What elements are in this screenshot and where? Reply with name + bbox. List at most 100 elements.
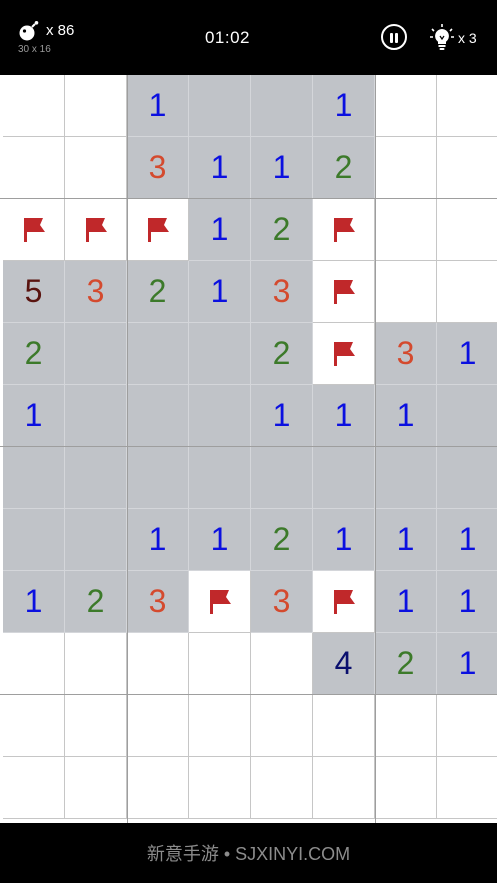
number-cell[interactable]: 1 [437, 571, 497, 633]
number-cell[interactable]: 2 [251, 199, 313, 261]
empty-revealed-cell[interactable] [189, 385, 251, 447]
empty-revealed-cell[interactable] [313, 447, 375, 509]
number-cell[interactable]: 1 [251, 137, 313, 199]
number-cell[interactable]: 1 [437, 633, 497, 695]
number-cell[interactable]: 1 [3, 385, 65, 447]
empty-revealed-cell[interactable] [127, 323, 189, 385]
unrevealed-cell[interactable] [375, 695, 437, 757]
flagged-cell[interactable] [127, 199, 189, 261]
number-cell[interactable]: 3 [127, 571, 189, 633]
empty-revealed-cell[interactable] [3, 447, 65, 509]
empty-revealed-cell[interactable] [3, 509, 65, 571]
empty-revealed-cell[interactable] [65, 323, 127, 385]
pause-button[interactable] [381, 24, 407, 50]
empty-revealed-cell[interactable] [189, 75, 251, 137]
unrevealed-cell[interactable] [251, 633, 313, 695]
number-cell[interactable]: 2 [251, 323, 313, 385]
number-cell[interactable]: 5 [3, 261, 65, 323]
unrevealed-cell[interactable] [375, 75, 437, 137]
flag-icon [333, 217, 355, 242]
number-cell[interactable]: 1 [189, 137, 251, 199]
number-cell[interactable]: 1 [189, 261, 251, 323]
number-cell[interactable]: 2 [65, 571, 127, 633]
empty-revealed-cell[interactable] [189, 323, 251, 385]
unrevealed-cell[interactable] [375, 261, 437, 323]
number-cell[interactable]: 1 [375, 509, 437, 571]
number-cell[interactable]: 1 [375, 571, 437, 633]
number-cell[interactable]: 1 [189, 509, 251, 571]
number-cell[interactable]: 3 [65, 261, 127, 323]
number-cell[interactable]: 1 [313, 509, 375, 571]
unrevealed-cell[interactable] [313, 695, 375, 757]
unrevealed-cell[interactable] [3, 633, 65, 695]
number-cell[interactable]: 2 [375, 633, 437, 695]
unrevealed-cell[interactable] [251, 695, 313, 757]
number-cell[interactable]: 1 [3, 571, 65, 633]
number-cell[interactable]: 1 [437, 323, 497, 385]
cell-number: 4 [334, 645, 353, 681]
empty-revealed-cell[interactable] [127, 447, 189, 509]
number-cell[interactable]: 1 [189, 199, 251, 261]
flagged-cell[interactable] [313, 323, 375, 385]
unrevealed-cell[interactable] [437, 137, 497, 199]
empty-revealed-cell[interactable] [127, 385, 189, 447]
number-cell[interactable]: 3 [375, 323, 437, 385]
unrevealed-cell[interactable] [3, 695, 65, 757]
unrevealed-cell[interactable] [3, 757, 65, 819]
empty-revealed-cell[interactable] [189, 447, 251, 509]
unrevealed-cell[interactable] [375, 199, 437, 261]
number-cell[interactable]: 3 [127, 137, 189, 199]
unrevealed-cell[interactable] [189, 633, 251, 695]
unrevealed-cell[interactable] [437, 199, 497, 261]
unrevealed-cell[interactable] [437, 261, 497, 323]
number-cell[interactable]: 2 [251, 509, 313, 571]
unrevealed-cell[interactable] [313, 757, 375, 819]
unrevealed-cell[interactable] [65, 757, 127, 819]
flagged-cell[interactable] [313, 261, 375, 323]
empty-revealed-cell[interactable] [375, 447, 437, 509]
unrevealed-cell[interactable] [251, 757, 313, 819]
block-divider [375, 75, 376, 823]
number-cell[interactable]: 1 [251, 385, 313, 447]
empty-revealed-cell[interactable] [65, 385, 127, 447]
number-cell[interactable]: 1 [313, 385, 375, 447]
unrevealed-cell[interactable] [65, 633, 127, 695]
number-cell[interactable]: 1 [313, 75, 375, 137]
unrevealed-cell[interactable] [65, 695, 127, 757]
number-cell[interactable]: 3 [251, 261, 313, 323]
unrevealed-cell[interactable] [3, 75, 65, 137]
number-cell[interactable]: 1 [375, 385, 437, 447]
number-cell[interactable]: 3 [251, 571, 313, 633]
number-cell[interactable]: 1 [437, 509, 497, 571]
empty-revealed-cell[interactable] [251, 447, 313, 509]
unrevealed-cell[interactable] [127, 633, 189, 695]
unrevealed-cell[interactable] [127, 695, 189, 757]
unrevealed-cell[interactable] [3, 137, 65, 199]
unrevealed-cell[interactable] [437, 757, 497, 819]
unrevealed-cell[interactable] [437, 695, 497, 757]
unrevealed-cell[interactable] [127, 757, 189, 819]
flagged-cell[interactable] [189, 571, 251, 633]
flagged-cell[interactable] [313, 199, 375, 261]
flagged-cell[interactable] [65, 199, 127, 261]
number-cell[interactable]: 2 [313, 137, 375, 199]
number-cell[interactable]: 2 [127, 261, 189, 323]
unrevealed-cell[interactable] [65, 75, 127, 137]
empty-revealed-cell[interactable] [65, 509, 127, 571]
flagged-cell[interactable] [3, 199, 65, 261]
flagged-cell[interactable] [313, 571, 375, 633]
number-cell[interactable]: 1 [127, 75, 189, 137]
unrevealed-cell[interactable] [189, 695, 251, 757]
empty-revealed-cell[interactable] [251, 75, 313, 137]
number-cell[interactable]: 4 [313, 633, 375, 695]
unrevealed-cell[interactable] [375, 137, 437, 199]
empty-revealed-cell[interactable] [437, 385, 497, 447]
unrevealed-cell[interactable] [437, 75, 497, 137]
number-cell[interactable]: 2 [3, 323, 65, 385]
empty-revealed-cell[interactable] [437, 447, 497, 509]
number-cell[interactable]: 1 [127, 509, 189, 571]
unrevealed-cell[interactable] [65, 137, 127, 199]
unrevealed-cell[interactable] [375, 757, 437, 819]
unrevealed-cell[interactable] [189, 757, 251, 819]
empty-revealed-cell[interactable] [65, 447, 127, 509]
